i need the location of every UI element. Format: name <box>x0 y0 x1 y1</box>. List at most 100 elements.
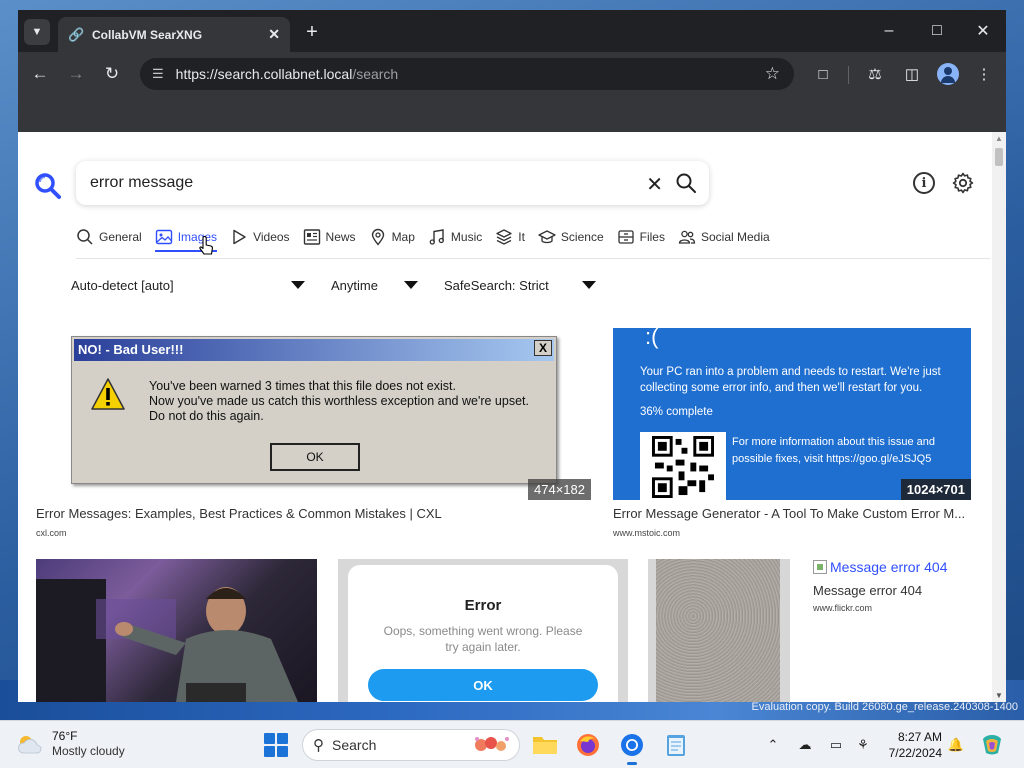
clear-search-icon[interactable]: ✕ <box>646 172 663 197</box>
image-result[interactable] <box>648 559 790 702</box>
copilot-icon[interactable] <box>978 731 1006 759</box>
time-range-select[interactable]: Anytime <box>331 274 418 296</box>
error-panel-message: Oops, something went wrong. Please try a… <box>383 624 583 654</box>
chevron-down-icon <box>404 281 418 289</box>
search-box[interactable]: error message ✕ <box>76 161 709 205</box>
tab-social-media[interactable]: Social Media <box>678 224 770 250</box>
weather-widget[interactable]: 76°F Mostly cloudy <box>16 729 125 759</box>
display-icon[interactable]: ▭ <box>826 735 846 755</box>
search-input[interactable]: error message <box>90 174 709 192</box>
chrome-icon[interactable] <box>618 731 646 765</box>
result-title[interactable]: Message error 404 <box>813 583 973 598</box>
accessibility-icon[interactable]: ⚘ <box>853 735 873 755</box>
tab-science[interactable]: Science <box>538 224 604 250</box>
tab-it[interactable]: It <box>495 224 525 250</box>
clock-date: 7/22/2024 <box>888 746 942 760</box>
image-icon <box>155 229 172 245</box>
image-result[interactable]: :( Your PC ran into a problem and needs … <box>613 328 971 542</box>
menu-kebab-icon[interactable]: ⋮ <box>973 63 995 85</box>
search-submit-icon[interactable] <box>675 172 697 194</box>
scroll-down-icon[interactable]: ▼ <box>995 691 1003 700</box>
result-source[interactable]: cxl.com <box>36 528 67 538</box>
tab-map[interactable]: Map <box>369 224 415 250</box>
site-info-icon[interactable]: ☰ <box>152 66 164 82</box>
notification-bell-icon[interactable]: 🔔 <box>946 735 966 755</box>
broken-image[interactable]: Message error 404 <box>813 559 948 575</box>
tab-close-icon[interactable]: ✕ <box>268 26 280 43</box>
result-thumbnail[interactable] <box>36 559 317 702</box>
safesearch-select[interactable]: SafeSearch: Strict <box>444 274 596 296</box>
searxng-logo-icon[interactable] <box>34 172 62 200</box>
tab-search-button[interactable]: ▼ <box>24 19 50 45</box>
dialog-line: Now you've made us catch this worthless … <box>149 394 529 408</box>
reload-button[interactable]: ↻ <box>100 62 124 86</box>
system-clock[interactable]: 8:27 AM 7/22/2024 <box>886 729 942 761</box>
maximize-button[interactable]: □ <box>922 20 952 42</box>
result-title[interactable]: Error Message Generator - A Tool To Make… <box>613 506 971 521</box>
clock-time: 8:27 AM <box>897 730 942 744</box>
chevron-down-icon <box>582 281 596 289</box>
taskbar-search[interactable]: ⚲ Search <box>302 729 520 761</box>
image-result[interactable]: Error Oops, something went wrong. Please… <box>338 559 628 702</box>
page-scrollbar[interactable]: ▲ ▼ <box>992 132 1006 702</box>
search-icon: ⚲ <box>313 737 324 754</box>
active-tab[interactable]: 🔗 CollabVM SearXNG ✕ <box>58 17 290 52</box>
address-bar[interactable]: ☰ https://search.collabnet.local/search … <box>140 58 794 90</box>
back-button[interactable]: ← <box>28 62 52 86</box>
tab-files[interactable]: Files <box>617 224 665 250</box>
tab-news[interactable]: News <box>303 224 356 250</box>
extensions-icon[interactable]: □ <box>812 63 834 85</box>
error-panel-ok-button: OK <box>368 669 598 701</box>
file-explorer-icon[interactable] <box>531 731 559 759</box>
new-tab-button[interactable]: + <box>300 20 324 44</box>
labs-flask-icon[interactable]: ⚖ <box>864 63 886 85</box>
bookmark-star-icon[interactable]: ☆ <box>765 64 780 84</box>
tray-chevron-up-icon[interactable]: ⌃ <box>763 735 783 755</box>
dialog-message: You've been warned 3 times that this fil… <box>149 379 529 424</box>
dialog-line: Do not do this again. <box>149 409 264 423</box>
language-select[interactable]: Auto-detect [auto] <box>71 274 305 296</box>
settings-gear-icon[interactable] <box>951 171 975 195</box>
image-result[interactable]: Message error 404 Message error 404 www.… <box>813 559 973 619</box>
firefox-icon[interactable] <box>574 731 602 759</box>
tab-label: News <box>325 230 356 244</box>
forward-button[interactable]: → <box>64 62 88 86</box>
image-result[interactable]: NO! - Bad User!!! X You've been warned 3… <box>36 328 591 542</box>
qr-code-icon <box>640 432 726 500</box>
profile-avatar[interactable] <box>937 63 959 85</box>
tab-label: General <box>99 230 142 244</box>
tab-videos[interactable]: Videos <box>230 224 290 250</box>
tab-music[interactable]: Music <box>428 224 482 250</box>
time-range-value: Anytime <box>331 277 378 293</box>
tab-label: Music <box>450 230 483 244</box>
result-thumbnail[interactable] <box>648 559 790 702</box>
result-source[interactable]: www.flickr.com <box>813 603 872 613</box>
result-source[interactable]: www.mstoic.com <box>613 528 680 538</box>
scroll-thumb[interactable] <box>995 148 1003 166</box>
music-note-icon <box>429 229 444 245</box>
tab-general[interactable]: General <box>76 224 142 250</box>
network-off-icon[interactable]: ☁ <box>795 735 815 755</box>
newspaper-icon <box>303 229 320 245</box>
bsod-info: For more information about this issue an… <box>732 436 935 465</box>
browser-toolbar: ← → ↻ ☰ https://search.collabnet.local/s… <box>18 52 1006 96</box>
error-panel-title: Error <box>464 597 502 614</box>
map-pin-icon <box>371 228 384 246</box>
minimize-button[interactable]: – <box>874 20 904 42</box>
notepad-icon[interactable] <box>662 731 690 759</box>
close-icon: X <box>534 340 552 356</box>
dialog-title: NO! - Bad User!!! <box>74 339 554 361</box>
category-divider <box>76 258 990 259</box>
result-title[interactable]: Error Messages: Examples, Best Practices… <box>36 506 591 521</box>
start-button[interactable] <box>264 733 288 757</box>
side-panel-icon[interactable]: ◫ <box>901 63 923 85</box>
close-window-button[interactable]: ✕ <box>968 20 998 42</box>
scroll-up-icon[interactable]: ▲ <box>995 134 1003 143</box>
result-thumbnail[interactable]: :( Your PC ran into a problem and needs … <box>613 328 971 500</box>
result-thumbnail[interactable]: NO! - Bad User!!! X You've been warned 3… <box>36 328 591 500</box>
result-thumbnail[interactable]: Error Oops, something went wrong. Please… <box>338 559 628 702</box>
image-result[interactable] <box>36 559 317 702</box>
bsod-percent: 36% complete <box>640 406 713 418</box>
tab-label: Map <box>391 230 415 244</box>
info-icon[interactable]: i <box>913 172 935 194</box>
